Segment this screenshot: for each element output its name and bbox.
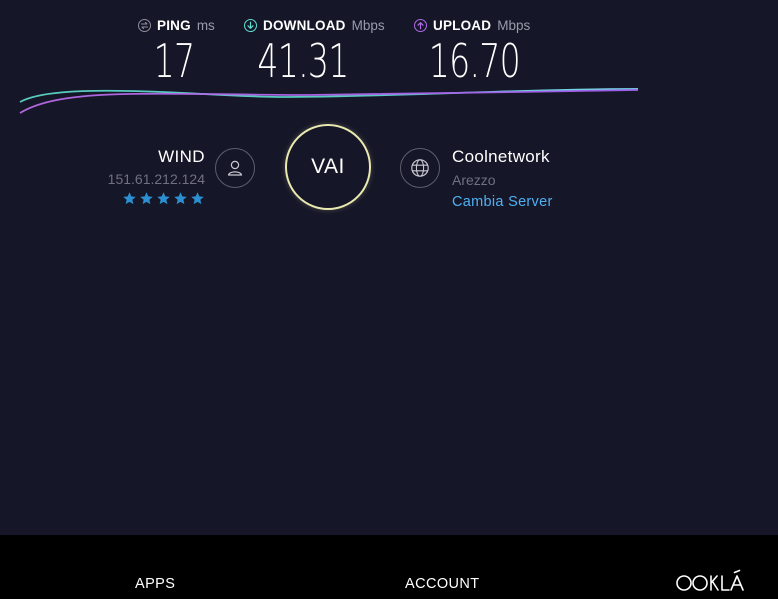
ping-value: 17 <box>153 34 195 88</box>
upload-value: 16.70 <box>428 34 521 88</box>
download-value: 41.31 <box>257 34 349 88</box>
upload-header: UPLOAD Mbps <box>414 14 534 36</box>
change-server-link[interactable]: Cambia Server <box>452 192 632 212</box>
star-icon[interactable] <box>139 191 154 206</box>
server-info: Coolnetwork Arezzo Cambia Server <box>452 146 632 212</box>
isp-info: WIND 151.61.212.124 <box>100 146 205 206</box>
footer-apps-link[interactable]: APPS <box>135 576 175 592</box>
isp-rating[interactable] <box>100 191 205 206</box>
star-icon[interactable] <box>156 191 171 206</box>
go-button[interactable]: VAI <box>285 124 371 210</box>
download-unit: Mbps <box>351 17 385 33</box>
star-icon[interactable] <box>122 191 137 206</box>
ping-label: PING <box>157 17 191 33</box>
upload-metric: UPLOAD Mbps 16.70 <box>414 14 534 84</box>
star-icon[interactable] <box>173 191 188 206</box>
upload-unit: Mbps <box>497 17 531 33</box>
ping-header: PING ms <box>138 14 218 36</box>
ping-metric: PING ms 17 <box>138 14 218 84</box>
speed-graph <box>19 88 639 114</box>
server-name: Coolnetwork <box>452 147 550 166</box>
ookla-logo[interactable] <box>676 569 746 593</box>
upload-graph-line <box>19 89 639 114</box>
footer-bar: APPS ACCOUNT <box>0 535 778 599</box>
globe-icon <box>400 148 440 188</box>
star-icon[interactable] <box>190 191 205 206</box>
download-label: DOWNLOAD <box>263 17 346 33</box>
upload-label: UPLOAD <box>433 17 492 33</box>
isp-name: WIND <box>158 147 205 166</box>
ping-unit: ms <box>196 17 215 33</box>
ping-icon <box>138 18 151 32</box>
go-button-label: VAI <box>311 155 345 178</box>
user-icon <box>215 148 255 188</box>
speedtest-app: PING ms 17 DOWNLOAD Mbps 41.31 UPLOAD Mb… <box>0 0 778 599</box>
server-location: Arezzo <box>452 172 496 188</box>
download-metric: DOWNLOAD Mbps 41.31 <box>244 14 389 84</box>
isp-ip-address: 151.61.212.124 <box>107 171 205 187</box>
upload-arrow-icon <box>414 18 427 32</box>
download-arrow-icon <box>244 18 257 32</box>
download-header: DOWNLOAD Mbps <box>244 14 389 36</box>
footer-account-link[interactable]: ACCOUNT <box>405 576 480 592</box>
